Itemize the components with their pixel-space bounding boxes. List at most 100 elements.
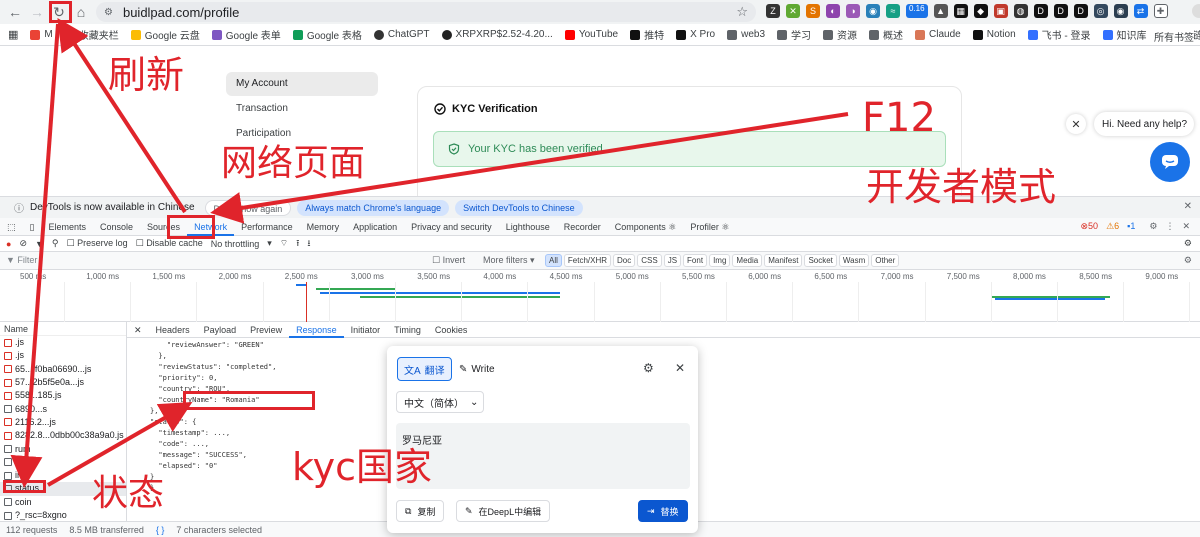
bookmark-item[interactable]: 推特 xyxy=(630,27,664,42)
edit-in-deepl-button[interactable]: ✎ 在DeepL中编辑 xyxy=(456,500,551,522)
tab-console[interactable]: Console xyxy=(93,218,140,236)
extension-icon[interactable]: ▦ xyxy=(953,4,968,18)
tab-initiator[interactable]: Initiator xyxy=(344,322,388,338)
tab-application[interactable]: Application xyxy=(346,218,404,236)
record-icon[interactable]: ● xyxy=(6,239,11,249)
extension-icon[interactable]: S xyxy=(806,4,820,18)
type-filter-all[interactable]: All xyxy=(545,254,562,267)
close-icon[interactable]: ✕ xyxy=(1184,201,1192,212)
request-row[interactable]: 65...ff0ba06690...js xyxy=(0,363,126,376)
type-filter-img[interactable]: Img xyxy=(709,254,731,267)
bookmark-item[interactable]: YouTube xyxy=(564,29,618,40)
tab-components[interactable]: Components ⚛ xyxy=(608,218,684,236)
switch-language-button[interactable]: Switch DevTools to Chinese xyxy=(455,199,583,216)
replace-button[interactable]: ⇥ 替换 xyxy=(638,500,688,522)
match-language-button[interactable]: Always match Chrome's language xyxy=(297,199,450,216)
search-icon[interactable]: ⚲ xyxy=(52,238,59,249)
tab-preview[interactable]: Preview xyxy=(243,322,289,338)
type-filter-js[interactable]: JS xyxy=(663,254,682,267)
gear-icon[interactable]: ⚙ xyxy=(1149,221,1157,232)
extension-icon[interactable]: ◆ xyxy=(973,4,988,18)
network-conditions-icon[interactable]: ⌔ xyxy=(280,238,288,249)
tab-memory[interactable]: Memory xyxy=(300,218,347,236)
filter-input[interactable]: ▼ Filter xyxy=(6,255,37,265)
bookmark-item[interactable]: XRPXRP$2.52-4.20... xyxy=(441,29,553,40)
request-row[interactable]: 558...185.js xyxy=(0,389,126,402)
close-icon[interactable]: ✕ xyxy=(1066,114,1086,134)
extension-badge[interactable]: 0.16 xyxy=(906,4,928,18)
menu-my-account[interactable]: My Account xyxy=(226,72,378,96)
request-row[interactable]: 6890...s xyxy=(0,402,126,415)
type-filter-font[interactable]: Font xyxy=(683,254,708,267)
apps-grid-icon[interactable]: ▦ xyxy=(8,28,18,41)
extension-icon[interactable]: D xyxy=(1033,4,1048,18)
bookmark-item[interactable]: 资源 xyxy=(823,27,857,42)
extension-icon[interactable]: ≈ xyxy=(886,4,900,18)
extension-icon[interactable]: ◎ xyxy=(1093,4,1108,18)
help-bubble[interactable]: Hi. Need any help? xyxy=(1094,112,1194,136)
extension-icon[interactable]: ◐ xyxy=(826,4,840,18)
throttling-select[interactable]: No throttling xyxy=(211,239,260,249)
bookmark-item[interactable]: 知识库 xyxy=(1102,27,1147,42)
request-row[interactable]: 57...2b5f5e0a...js xyxy=(0,376,126,389)
tab-headers[interactable]: Headers xyxy=(149,322,197,338)
bookmark-item[interactable]: 概述 xyxy=(869,27,903,42)
more-filters-dropdown[interactable]: More filters ▾ xyxy=(483,255,535,266)
request-row[interactable]: .js xyxy=(0,349,126,362)
translate-tab[interactable]: 文A 翻译 xyxy=(397,357,452,381)
tab-lighthouse[interactable]: Lighthouse xyxy=(499,218,557,236)
close-icon[interactable]: ✕ xyxy=(127,322,149,338)
chat-button[interactable] xyxy=(1150,142,1190,182)
extension-icon[interactable]: ◍ xyxy=(1013,4,1028,18)
type-filter-socket[interactable]: Socket xyxy=(804,254,837,267)
extension-icon[interactable]: Z xyxy=(766,4,780,18)
gear-icon[interactable]: ⚙ xyxy=(1184,255,1192,266)
upload-icon[interactable]: ⭱ xyxy=(296,236,299,252)
close-icon[interactable]: ✕ xyxy=(675,361,685,375)
request-row[interactable]: rum xyxy=(0,442,126,455)
copy-button[interactable]: ⧉ 复制 xyxy=(396,500,445,522)
dont-show-again-button[interactable]: Don't show again xyxy=(204,199,292,216)
bookmark-item[interactable]: 飞书 - 登录 xyxy=(1027,27,1091,42)
gear-icon[interactable]: ⚙ xyxy=(1184,238,1192,249)
type-filter-fetchxhr[interactable]: Fetch/XHR xyxy=(563,254,612,267)
type-filter-media[interactable]: Media xyxy=(732,254,763,267)
tab-response[interactable]: Response xyxy=(289,322,344,338)
tab-privacy-security[interactable]: Privacy and security xyxy=(404,218,499,236)
network-timeline[interactable]: 500 ms 1,000 ms 1,500 ms 2,000 ms 2,500 ms 3,… xyxy=(0,270,1200,322)
tab-elements[interactable]: Elements xyxy=(41,218,93,236)
name-column-header[interactable]: Name xyxy=(0,322,126,336)
bookmark-item[interactable]: ChatGPT xyxy=(373,29,430,40)
type-filter-wasm[interactable]: Wasm xyxy=(838,254,870,267)
clear-icon[interactable]: ⊘ xyxy=(19,238,27,249)
bookmark-item[interactable]: X Pro xyxy=(676,29,715,40)
bookmark-item[interactable]: 收藏夹栏 xyxy=(64,27,119,42)
write-tab[interactable]: ✎ Write xyxy=(453,357,501,381)
omnibox[interactable]: ⚙ buidlpad.com/profile ☆ xyxy=(96,2,756,22)
disable-cache-checkbox[interactable]: ☐ Disable cache xyxy=(136,238,203,249)
tab-cookies[interactable]: Cookies xyxy=(428,322,475,338)
extension-icon[interactable]: D xyxy=(1073,4,1088,18)
tab-payload[interactable]: Payload xyxy=(197,322,244,338)
extension-icon[interactable]: ▣ xyxy=(993,4,1008,18)
download-icon[interactable]: ⭳ xyxy=(307,236,310,252)
profile-avatar[interactable] xyxy=(1191,4,1200,18)
bookmark-item[interactable]: Claude xyxy=(915,29,961,40)
bookmark-item[interactable]: M xyxy=(30,29,53,40)
inspect-icon[interactable]: ⬚ xyxy=(0,218,23,236)
extension-icon[interactable]: ◉ xyxy=(866,4,880,18)
back-button[interactable]: ← xyxy=(4,1,26,23)
request-row[interactable]: 8282.8...0dbb00c38a9a0.js xyxy=(0,429,126,442)
menu-transaction[interactable]: Transaction xyxy=(226,97,378,121)
type-filter-css[interactable]: CSS xyxy=(637,254,662,267)
extension-icon[interactable]: ◑ xyxy=(846,4,860,18)
devtools-issue-counts[interactable]: ⊗50 ⚠6 ▪1 ⚙ ⋮ ✕ xyxy=(1081,221,1191,232)
bookmark-star-icon[interactable]: ☆ xyxy=(736,4,748,20)
bookmark-item[interactable]: 学习 xyxy=(777,27,811,42)
request-row[interactable]: 2116.2...js xyxy=(0,416,126,429)
preserve-log-checkbox[interactable]: ☐ Preserve log xyxy=(67,238,128,249)
bookmark-item[interactable]: web3 xyxy=(727,29,765,40)
extension-icon[interactable]: ◉ xyxy=(1113,4,1128,18)
request-row[interactable]: .js xyxy=(0,336,126,349)
extension-icon[interactable]: ▲ xyxy=(933,4,948,18)
